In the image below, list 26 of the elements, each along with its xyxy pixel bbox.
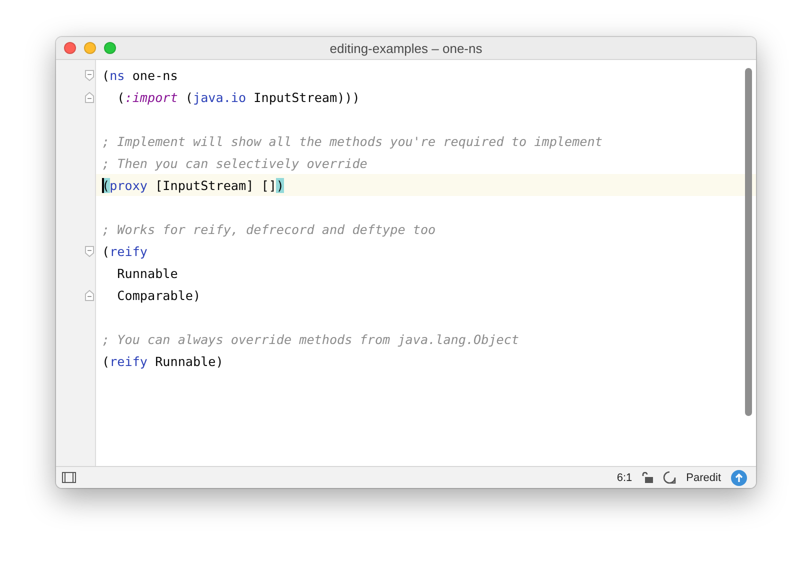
paredit-mode[interactable]: Paredit: [686, 472, 721, 484]
code-line: (proxy [InputStream] []): [102, 178, 284, 192]
code-line: (reify Runnable): [102, 354, 224, 368]
panel-icon[interactable]: [62, 472, 76, 483]
window-title: editing-examples – one-ns: [328, 40, 484, 56]
upload-icon[interactable]: [731, 470, 747, 486]
code-line: Comparable): [116, 288, 201, 302]
minimize-button[interactable]: [84, 42, 96, 54]
code-line: (ns one-ns: [102, 68, 178, 82]
code-line: (:import (java.io InputStream))): [116, 90, 360, 104]
fold-icon[interactable]: [85, 70, 94, 80]
fold-icon[interactable]: [85, 92, 94, 102]
code-line: (reify: [102, 244, 148, 258]
code-line: Runnable: [116, 266, 178, 280]
speech-bubble-icon[interactable]: [663, 471, 676, 484]
fold-icon[interactable]: [85, 246, 94, 256]
lock-icon[interactable]: [642, 472, 654, 484]
zoom-button[interactable]: [104, 42, 116, 54]
code-line: ; Then you can selectively override: [102, 156, 368, 170]
close-button[interactable]: [64, 42, 76, 54]
fold-icon[interactable]: [85, 290, 94, 300]
code-line: ; You can always override methods from java.lang.Object: [102, 332, 520, 346]
caret-position[interactable]: 6:1: [616, 472, 632, 484]
scrollbar-thumb[interactable]: [745, 68, 752, 416]
code-line: ; Works for reify, defrecord and deftype too: [102, 222, 436, 236]
code-line: ; Implement will show all the methods you're required to implement: [102, 134, 602, 148]
